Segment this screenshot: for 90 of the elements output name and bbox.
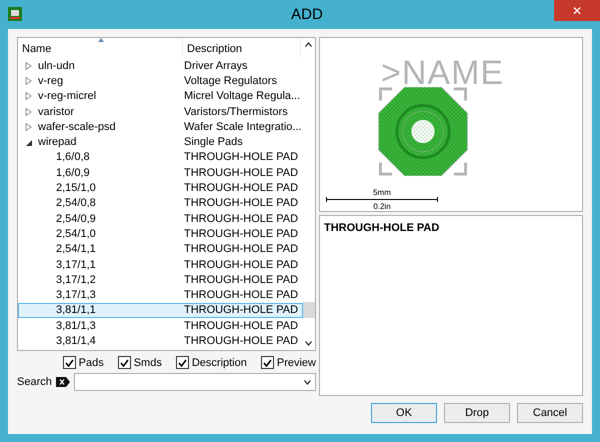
item-description: Wafer Scale Integratio... [184, 120, 302, 133]
item-description: THROUGH-HOLE PAD [184, 197, 298, 210]
item-description: THROUGH-HOLE PAD [184, 304, 298, 316]
tree-row[interactable]: 2,54/1,1 THROUGH-HOLE PAD [18, 242, 303, 257]
tree-row[interactable]: 3,81/1,1 THROUGH-HOLE PAD [18, 302, 303, 318]
item-name: 3,81/1,4 [56, 334, 96, 347]
item-name: 1,6/0,8 [56, 151, 90, 164]
dialog-button[interactable]: Drop [444, 403, 510, 423]
checkbox[interactable] [260, 356, 274, 369]
tree-row[interactable]: 2,15/1,0 THROUGH-HOLE PAD [18, 180, 303, 196]
tree-row[interactable]: 1,6/0,8 THROUGH-HOLE PAD [18, 150, 303, 166]
dropdown-caret-icon[interactable] [304, 380, 311, 384]
tree-row[interactable]: 3,81/1,4 THROUGH-HOLE PAD [18, 333, 303, 349]
tree-row[interactable]: wirepad Single Pads [18, 134, 303, 150]
item-name: 3,17/1,1 [56, 258, 96, 270]
close-button[interactable]: ✕ [554, 0, 600, 21]
item-description: THROUGH-HOLE PAD [184, 258, 298, 270]
item-description: THROUGH-HOLE PAD [184, 243, 298, 256]
checkbox[interactable] [176, 356, 189, 369]
collapsed-arrow-icon[interactable] [25, 62, 32, 70]
item-description: Varistors/Thermistors [184, 106, 288, 118]
collapsed-arrow-icon[interactable] [25, 92, 32, 100]
item-description: Voltage Regulators [184, 74, 277, 87]
item-description: THROUGH-HOLE PAD [184, 320, 298, 332]
checkbox-label: Smds [134, 356, 162, 368]
checkbox[interactable] [118, 356, 131, 369]
item-description: Micrel Voltage Regula... [184, 90, 300, 102]
scroll-up-icon[interactable] [305, 42, 312, 47]
item-name: 2,54/1,0 [56, 228, 96, 240]
item-name: varistor [38, 106, 74, 118]
tree-row[interactable]: 3,17/1,3 THROUGH-HOLE PAD [18, 287, 303, 303]
scroll-down-icon[interactable] [305, 341, 312, 346]
item-description: Single Pads [184, 136, 243, 148]
item-name: 2,54/1,1 [56, 243, 96, 256]
tree-row[interactable]: 2,54/0,8 THROUGH-HOLE PAD [18, 196, 303, 211]
item-name: 3,17/1,3 [56, 289, 96, 302]
item-description: THROUGH-HOLE PAD [184, 289, 298, 302]
window-title: ADD [291, 6, 323, 23]
tree-row[interactable]: varistor Varistors/Thermistors [18, 104, 303, 120]
item-description: THROUGH-HOLE PAD [184, 151, 298, 164]
scale-metric-label: 5mm [373, 188, 391, 197]
tree-row[interactable]: 3,17/1,1 THROUGH-HOLE PAD [18, 256, 303, 272]
chip-icon [8, 6, 22, 20]
tree-row[interactable]: wafer-scale-psd Wafer Scale Integratio... [18, 119, 303, 134]
item-name: 2,54/0,9 [56, 212, 96, 225]
collapsed-arrow-icon[interactable] [25, 122, 32, 131]
item-name: wirepad [38, 136, 77, 148]
sort-caret-icon [98, 38, 104, 42]
search-label: Search [17, 376, 52, 388]
column-header[interactable]: Description [183, 38, 301, 58]
scroll-thumb[interactable] [302, 302, 315, 318]
tree-row[interactable]: 1,6/0,9 THROUGH-HOLE PAD [18, 165, 303, 180]
item-name: wafer-scale-psd [38, 120, 116, 133]
item-name: 3,81/1,3 [56, 320, 96, 332]
tree-row[interactable]: 3,81/1,3 THROUGH-HOLE PAD [18, 318, 303, 334]
tree-row[interactable]: 2,54/1,0 THROUGH-HOLE PAD [18, 226, 303, 242]
item-name: 2,15/1,0 [56, 182, 96, 194]
item-name: 3,81/1,1 [56, 304, 96, 316]
scale-imperial-label: 0.2in [373, 202, 391, 211]
name-label: >NAME [381, 56, 506, 90]
collapsed-arrow-icon[interactable] [25, 76, 32, 85]
tree-row[interactable]: v-reg Voltage Regulators [18, 73, 303, 89]
item-description: THROUGH-HOLE PAD [184, 334, 298, 347]
item-description: THROUGH-HOLE PAD [184, 228, 298, 240]
description-text: THROUGH-HOLE PAD [324, 222, 440, 234]
dialog-button[interactable]: OK [371, 403, 437, 423]
item-name: 1,6/0,9 [56, 166, 90, 179]
search-field[interactable] [74, 373, 316, 391]
item-description: Driver Arrays [184, 60, 248, 72]
item-name: 2,54/0,8 [56, 197, 96, 210]
item-name: 3,17/1,2 [56, 274, 96, 286]
tree-row[interactable]: v-reg-micrel Micrel Voltage Regula... [18, 88, 303, 104]
checkbox-label: Description [192, 356, 247, 368]
dialog-button[interactable]: Cancel [517, 403, 583, 423]
checkbox-label: Preview [276, 356, 316, 368]
expanded-arrow-icon[interactable] [25, 138, 32, 146]
checkbox[interactable] [62, 356, 76, 369]
clear-icon[interactable] [56, 377, 70, 387]
collapsed-arrow-icon[interactable] [25, 108, 32, 116]
tree-row[interactable]: uln-udn Driver Arrays [18, 58, 303, 74]
item-name: v-reg-micrel [38, 90, 96, 102]
item-description: THROUGH-HOLE PAD [184, 182, 298, 194]
item-name: uln-udn [38, 60, 75, 72]
checkbox-label: Pads [78, 356, 104, 368]
item-description: THROUGH-HOLE PAD [184, 212, 298, 225]
item-description: THROUGH-HOLE PAD [184, 274, 298, 286]
item-name: v-reg [38, 74, 64, 87]
tree-row[interactable]: 2,54/0,9 THROUGH-HOLE PAD [18, 210, 303, 226]
tree-row[interactable]: 3,17/1,2 THROUGH-HOLE PAD [18, 272, 303, 288]
item-description: THROUGH-HOLE PAD [184, 166, 298, 179]
